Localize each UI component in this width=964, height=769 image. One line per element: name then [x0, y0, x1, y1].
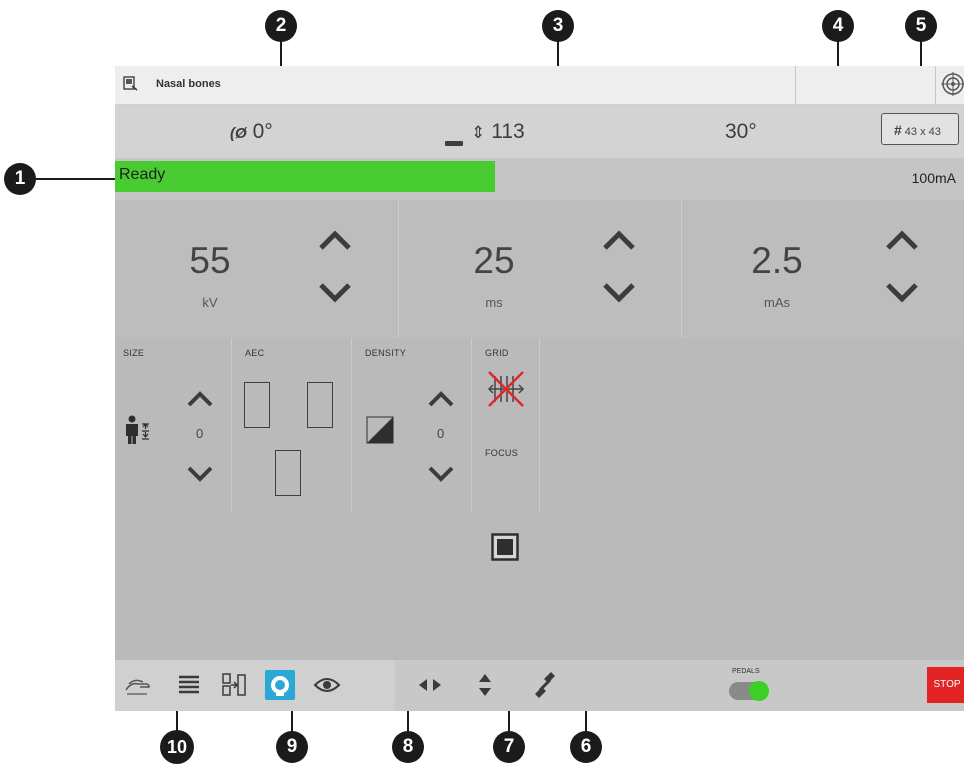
list-icon[interactable]: [174, 670, 204, 700]
mas-decrease-button[interactable]: [882, 279, 922, 307]
table-icon: [445, 141, 463, 146]
toggle-knob: [749, 681, 769, 701]
chevron-down-icon: [319, 283, 351, 303]
horizontal-move-icon[interactable]: [415, 670, 445, 700]
callout-4: 4: [822, 10, 854, 42]
title-divider: [935, 66, 936, 104]
size-increase-button[interactable]: [185, 388, 215, 410]
chevron-up-icon: [428, 391, 454, 407]
height-readout: ⇕ 113: [445, 120, 525, 146]
height-value: 113: [491, 120, 525, 143]
chevron-down-icon: [187, 466, 213, 482]
tube-angle-readout: (Ø 0°: [230, 120, 273, 144]
status-bar: [115, 161, 495, 192]
status-row: Ready 100mA: [115, 158, 964, 200]
grid-size-icon: #: [894, 122, 902, 138]
xray-console-screen: Nasal bones (Ø 0° ⇕ 113 30° #43 x 43 Ready…: [115, 66, 964, 711]
detector-size-value: 43 x 43: [904, 126, 941, 138]
chevron-up-icon: [187, 391, 213, 407]
ms-value: 25: [473, 240, 515, 281]
detector-size-button[interactable]: #43 x 43: [881, 113, 959, 145]
aec-chamber-left[interactable]: [244, 382, 270, 428]
split-icon[interactable]: [219, 670, 249, 700]
ms-decrease-button[interactable]: [599, 279, 639, 307]
section-divider: [351, 338, 352, 513]
exposure-settings: SIZE 0 AEC DENSITY 0 GRID FOCUS: [115, 338, 964, 660]
hand-icon[interactable]: [123, 670, 153, 700]
size-value: 0: [196, 426, 204, 441]
position-info-row: (Ø 0° ⇕ 113 30° #43 x 43: [115, 105, 964, 158]
section-divider: [539, 338, 540, 513]
focus-label: FOCUS: [485, 448, 518, 458]
aec-label: AEC: [245, 348, 265, 358]
callout-5: 5: [905, 10, 937, 42]
title-divider: [795, 66, 796, 104]
kv-value: 55: [189, 240, 231, 281]
stop-button[interactable]: STOP: [927, 667, 964, 703]
callout-9: 9: [276, 731, 308, 763]
aec-chamber-center[interactable]: [275, 450, 301, 496]
detector-angle-value: 30°: [725, 120, 757, 143]
xray-icon: [123, 76, 138, 91]
height-icon: ⇕: [471, 123, 486, 142]
mas-value: 2.5: [751, 240, 803, 281]
size-label: SIZE: [123, 348, 145, 358]
chevron-up-icon: [603, 230, 635, 250]
exposure-parameters: 55 kV 25 ms 2.5 mAs: [115, 200, 964, 338]
vertical-move-icon[interactable]: [470, 670, 500, 700]
grid-label: GRID: [485, 348, 509, 358]
callout-2: 2: [265, 10, 297, 42]
grid-disabled-icon[interactable]: [485, 368, 527, 410]
section-divider: [471, 338, 472, 513]
mas-increase-button[interactable]: [882, 226, 922, 254]
callout-3: 3: [542, 10, 574, 42]
title-bar: Nasal bones: [115, 66, 964, 105]
chevron-up-icon: [319, 230, 351, 250]
kv-increase-button[interactable]: [315, 226, 355, 254]
callout-8: 8: [392, 731, 424, 763]
tilt-icon[interactable]: [530, 670, 560, 700]
chevron-up-icon: [886, 230, 918, 250]
callout-6: 6: [570, 731, 602, 763]
kv-decrease-button[interactable]: [315, 279, 355, 307]
rotation-icon: (Ø: [230, 125, 247, 142]
ms-increase-button[interactable]: [599, 226, 639, 254]
detector-angle-readout: 30°: [725, 120, 757, 144]
patient-icon[interactable]: [265, 670, 295, 700]
ms-unit: ms: [485, 295, 503, 310]
eye-icon[interactable]: [312, 670, 342, 700]
callout-10: 10: [160, 730, 194, 764]
tube-current-value: 100mA: [911, 170, 956, 186]
target-icon[interactable]: [940, 71, 964, 97]
pedals-toggle[interactable]: [729, 681, 769, 701]
density-decrease-button[interactable]: [426, 463, 456, 485]
callout-1: 1: [4, 163, 36, 195]
patient-size-icon: [126, 415, 149, 444]
tube-angle-value: 0°: [252, 120, 273, 143]
chevron-down-icon: [603, 283, 635, 303]
density-icon: [366, 416, 394, 444]
section-divider: [231, 338, 232, 513]
density-increase-button[interactable]: [426, 388, 456, 410]
status-text: Ready: [119, 166, 166, 183]
aec-chamber-right[interactable]: [307, 382, 333, 428]
density-value: 0: [437, 426, 445, 441]
pedals-label: PEDALS: [732, 668, 760, 675]
focus-large-icon[interactable]: [491, 533, 519, 561]
density-label: DENSITY: [365, 348, 407, 358]
mas-parameter: 2.5 mAs: [681, 200, 964, 338]
toolbar-slant: [370, 660, 395, 711]
mas-unit: mAs: [764, 295, 790, 310]
ms-parameter: 25 ms: [398, 200, 682, 338]
bottom-toolbar: PEDALS STOP: [115, 660, 964, 711]
size-decrease-button[interactable]: [185, 463, 215, 485]
chevron-down-icon: [428, 466, 454, 482]
kv-unit: kV: [202, 295, 218, 310]
kv-parameter: 55 kV: [115, 200, 398, 338]
toolbar-left-panel: [115, 660, 395, 711]
chevron-down-icon: [886, 283, 918, 303]
exam-title: Nasal bones: [156, 78, 221, 90]
callout-7: 7: [493, 731, 525, 763]
